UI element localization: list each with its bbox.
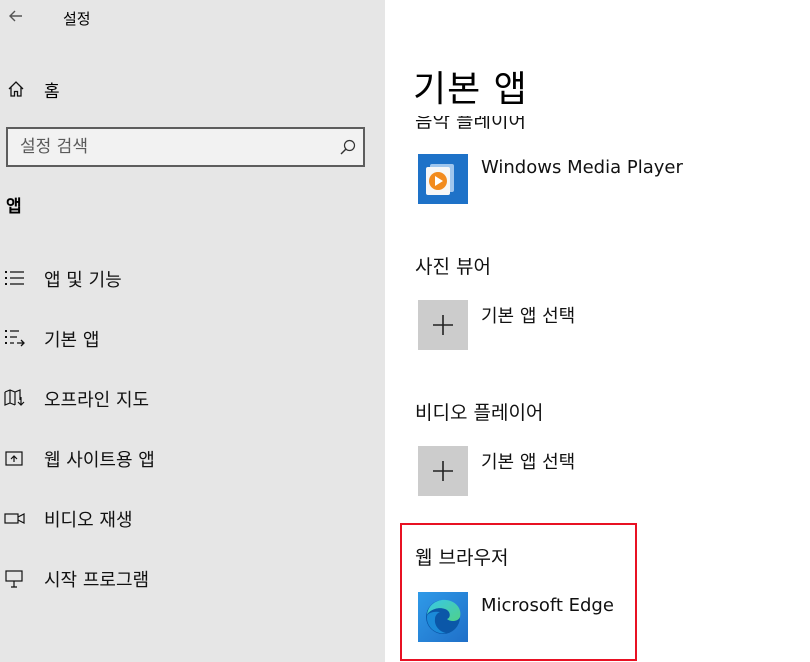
title-bar: 설정 bbox=[0, 0, 385, 36]
sidebar-item-home[interactable]: 홈 bbox=[0, 70, 385, 106]
plus-icon bbox=[433, 461, 453, 481]
app-name-photo[interactable]: 기본 앱 선택 bbox=[481, 302, 575, 328]
sidebar-item-startup[interactable]: 시작 프로그램 bbox=[0, 557, 385, 597]
category-heading-video-player: 비디오 플레이어 bbox=[415, 402, 544, 424]
sidebar: 설정 홈 앱 앱 및 기능 기본 앱 bbox=[0, 0, 385, 662]
sidebar-item-label: 앱 및 기능 bbox=[44, 270, 122, 291]
startup-icon bbox=[5, 570, 23, 588]
default-apps-icon bbox=[5, 330, 25, 347]
home-label: 홈 bbox=[44, 82, 60, 102]
microsoft-edge-icon bbox=[418, 592, 468, 642]
sidebar-item-label: 시작 프로그램 bbox=[44, 570, 150, 591]
search-input[interactable] bbox=[8, 129, 326, 165]
web-app-icon bbox=[5, 451, 23, 466]
category-heading-photo-viewer: 사진 뷰어 bbox=[415, 256, 491, 278]
offline-map-icon bbox=[4, 389, 25, 406]
sidebar-item-offline-maps[interactable]: 오프라인 지도 bbox=[0, 377, 385, 417]
apps-list-icon bbox=[5, 271, 24, 285]
sidebar-item-label: 오프라인 지도 bbox=[44, 390, 150, 411]
window-title: 설정 bbox=[63, 10, 91, 28]
sidebar-item-apps-for-websites[interactable]: 웹 사이트용 앱 bbox=[0, 437, 385, 477]
app-name-music[interactable]: Windows Media Player bbox=[481, 157, 683, 178]
video-icon bbox=[4, 513, 25, 524]
page-title: 기본 앱 bbox=[413, 60, 540, 112]
choose-default-app-video-button[interactable] bbox=[418, 446, 468, 496]
back-arrow-icon bbox=[9, 10, 22, 22]
default-app-tile-music[interactable] bbox=[418, 154, 468, 204]
sidebar-item-video-playback[interactable]: 비디오 재생 bbox=[0, 497, 385, 537]
sidebar-item-default-apps[interactable]: 기본 앱 bbox=[0, 317, 385, 357]
section-heading-apps: 앱 bbox=[6, 197, 22, 217]
search-icon[interactable] bbox=[339, 138, 357, 156]
plus-icon bbox=[433, 315, 453, 335]
choose-default-app-photo-button[interactable] bbox=[418, 300, 468, 350]
sidebar-item-label: 웹 사이트용 앱 bbox=[44, 450, 155, 471]
default-app-tile-browser[interactable] bbox=[418, 592, 468, 642]
sidebar-item-label: 기본 앱 bbox=[44, 330, 100, 351]
main-content: 기본 앱 음악 플레이어 Windows Media Player 사진 뷰어 … bbox=[385, 0, 810, 662]
home-icon bbox=[8, 81, 24, 97]
category-heading-web-browser: 웹 브라우저 bbox=[415, 547, 509, 569]
app-name-video[interactable]: 기본 앱 선택 bbox=[481, 448, 575, 474]
sidebar-item-label: 비디오 재생 bbox=[44, 510, 133, 531]
app-name-browser[interactable]: Microsoft Edge bbox=[481, 595, 614, 616]
windows-media-player-icon bbox=[418, 154, 468, 204]
sidebar-item-apps-features[interactable]: 앱 및 기능 bbox=[0, 257, 385, 297]
back-button[interactable] bbox=[4, 4, 28, 28]
search-box[interactable] bbox=[6, 127, 365, 167]
